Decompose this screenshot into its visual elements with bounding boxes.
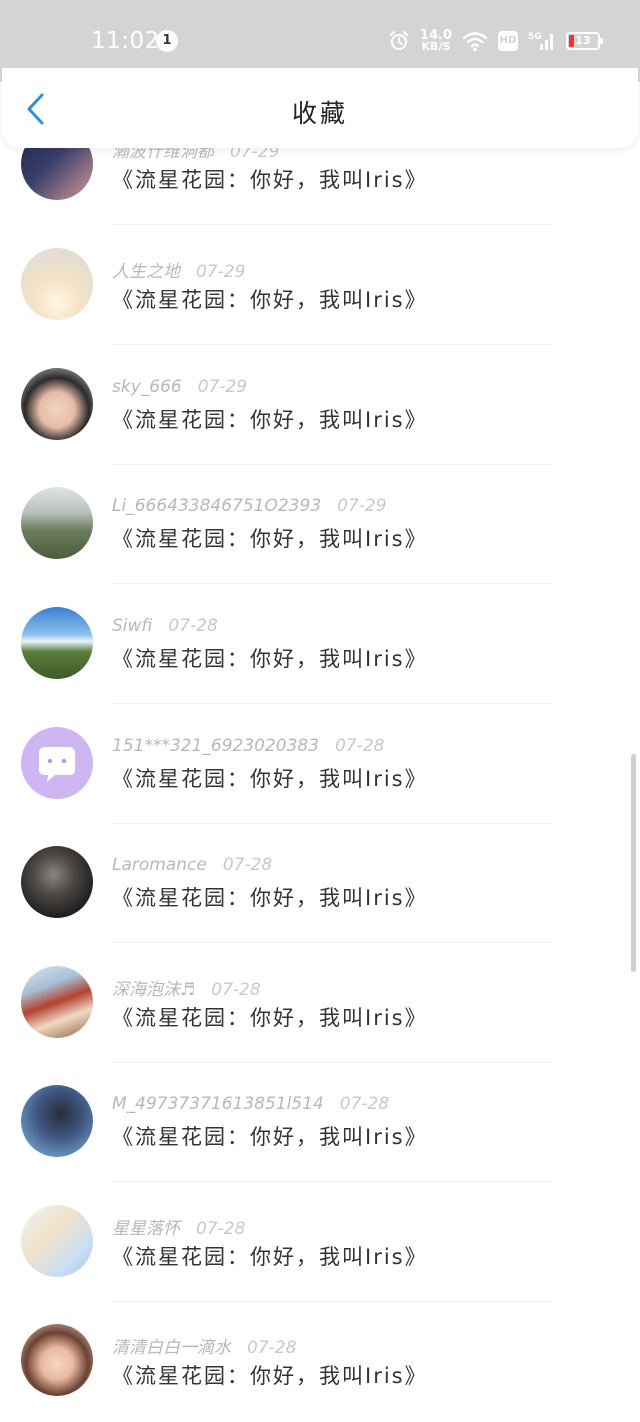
divider: [112, 1062, 552, 1063]
username[interactable]: Siwfi: [112, 616, 152, 636]
item-title[interactable]: 《流星花园：你好，我叫Iris》: [112, 1360, 428, 1390]
post-date: 07-28: [222, 855, 273, 875]
list-item[interactable]: 深海泡沫♬ 07-28 《流星花园：你好，我叫Iris》: [0, 966, 640, 1086]
list-item[interactable]: Siwfi 07-28 《流星花园：你好，我叫Iris》: [0, 607, 640, 727]
username[interactable]: 清清白白一滴水: [112, 1338, 231, 1358]
item-title[interactable]: 《流星花园：你好，我叫Iris》: [112, 643, 428, 673]
username[interactable]: 星星落怀: [112, 1219, 180, 1239]
item-title[interactable]: 《流星花园：你好，我叫Iris》: [112, 1121, 428, 1151]
list-item[interactable]: Li_666433846751O2393 07-29 《流星花园：你好，我叫Iri…: [0, 487, 640, 607]
avatar[interactable]: [21, 1205, 93, 1277]
divider: [112, 1181, 552, 1182]
scrollbar[interactable]: [631, 754, 636, 972]
item-title[interactable]: 《流星花园：你好，我叫Iris》: [112, 763, 428, 793]
avatar[interactable]: [21, 1324, 93, 1396]
post-date: 07-28: [339, 1094, 390, 1114]
post-date: 07-29: [197, 377, 248, 397]
avatar[interactable]: [21, 487, 93, 559]
list-item[interactable]: 人生之地 07-29 《流星花园：你好，我叫Iris》: [0, 248, 640, 368]
username[interactable]: Laromance: [112, 855, 207, 875]
favorites-list: 瀚波什维洞都 07-29 《流星花园：你好，我叫Iris》 人生之地 07-29 《…: [0, 0, 640, 1422]
item-title[interactable]: 《流星花园：你好，我叫Iris》: [112, 404, 428, 434]
list-item[interactable]: Laromance 07-28 《流星花园：你好，我叫Iris》: [0, 846, 640, 966]
avatar[interactable]: [21, 846, 93, 918]
page-header: 收藏: [2, 68, 638, 148]
avatar[interactable]: [21, 1085, 93, 1157]
divider: [112, 1301, 552, 1302]
divider: [112, 224, 552, 225]
avatar[interactable]: [21, 607, 93, 679]
item-title[interactable]: 《流星花园：你好，我叫Iris》: [112, 1241, 428, 1271]
list-item[interactable]: 151***321_6923020383 07-28 《流星花园：你好，我叫Iri…: [0, 727, 640, 847]
divider: [112, 464, 552, 465]
chat-bubble-icon: [39, 747, 75, 782]
page-title: 收藏: [291, 99, 348, 128]
avatar[interactable]: [21, 966, 93, 1038]
item-title[interactable]: 《流星花园：你好，我叫Iris》: [112, 882, 428, 912]
post-date: 07-28: [335, 736, 385, 756]
username[interactable]: M_49737371613851l514: [112, 1094, 324, 1114]
divider: [112, 344, 552, 345]
divider: [112, 583, 552, 584]
username[interactable]: 人生之地: [112, 262, 180, 282]
list-item[interactable]: sky_666 07-29 《流星花园：你好，我叫Iris》: [0, 368, 640, 488]
username[interactable]: 151***321_6923020383: [112, 736, 319, 756]
list-item[interactable]: 清清白白一滴水 07-28 《流星花园：你好，我叫Iris》: [0, 1324, 640, 1422]
post-date: 07-28: [247, 1338, 297, 1358]
item-title[interactable]: 《流星花园：你好，我叫Iris》: [112, 164, 428, 194]
avatar[interactable]: [21, 727, 93, 799]
item-title[interactable]: 《流星花园：你好，我叫Iris》: [112, 523, 428, 553]
username[interactable]: 深海泡沫♬: [112, 980, 195, 1000]
divider: [112, 823, 552, 824]
divider: [112, 703, 552, 704]
avatar[interactable]: [21, 248, 93, 320]
post-date: 07-28: [196, 1219, 246, 1239]
avatar[interactable]: [21, 368, 93, 440]
list-item[interactable]: 星星落怀 07-28 《流星花园：你好，我叫Iris》: [0, 1205, 640, 1325]
post-date: 07-28: [168, 616, 218, 636]
post-date: 07-29: [337, 496, 387, 516]
post-date: 07-28: [211, 980, 261, 1000]
username[interactable]: Li_666433846751O2393: [112, 496, 321, 516]
list-item[interactable]: M_49737371613851l514 07-28 《流星花园：你好，我叫Iri…: [0, 1085, 640, 1205]
username[interactable]: sky_666: [112, 377, 182, 397]
divider: [112, 942, 552, 943]
item-title[interactable]: 《流星花园：你好，我叫Iris》: [112, 1002, 428, 1032]
post-date: 07-29: [196, 262, 246, 282]
item-title[interactable]: 《流星花园：你好，我叫Iris》: [112, 284, 428, 314]
